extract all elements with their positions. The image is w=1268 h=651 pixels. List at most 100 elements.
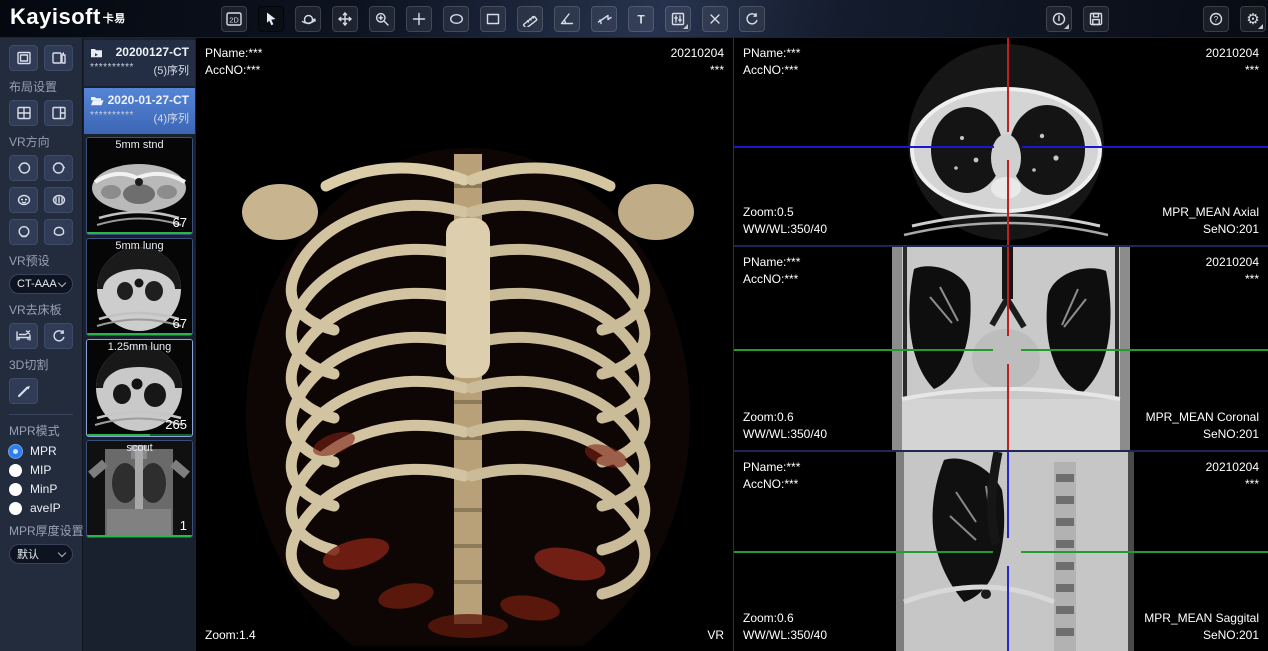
vr-dir-bottom-button[interactable]	[44, 219, 73, 245]
vr-study-overlay: 20210204 ***	[671, 45, 724, 79]
folder-open-icon	[90, 95, 104, 106]
radio-minp[interactable]: MinP	[9, 482, 73, 496]
thumbnail-count: 1	[180, 518, 187, 533]
angle-icon	[559, 11, 575, 27]
series-panel: 20200127-CT ********** (5)序列 2020-01-27-…	[83, 38, 196, 651]
svg-text:2D: 2D	[229, 16, 239, 25]
app-logo: Kayisoft卡易	[10, 4, 126, 30]
head-top-icon	[16, 224, 32, 240]
save-icon	[1088, 11, 1104, 27]
study-patient: **********	[90, 110, 134, 126]
vr-preset-value: CT-AAA	[17, 278, 57, 290]
study-date-text: 20210204	[1206, 45, 1259, 62]
radio-aveip[interactable]: aveIP	[9, 501, 73, 515]
grid-2x2-icon	[16, 105, 32, 121]
radio-mpr[interactable]: MPR	[9, 444, 73, 458]
mpr-coronal-viewport[interactable]: PName:*** AccNO:*** 20210204 *** Zoom:0.…	[734, 245, 1268, 450]
sagittal-study-overlay: 20210204 ***	[1206, 459, 1259, 493]
length-ruler-icon	[522, 11, 538, 27]
mpr-thickness-select[interactable]: 默认	[9, 544, 73, 564]
length-button[interactable]	[517, 6, 543, 32]
bed-remove-icon	[15, 328, 32, 344]
layout-default-button[interactable]	[9, 45, 38, 71]
layout-grid-2x2-button[interactable]	[9, 100, 38, 126]
vr-reset-button[interactable]	[44, 323, 73, 349]
wwwl-text: WW/WL:350/40	[743, 426, 827, 443]
radio-icon	[9, 464, 22, 477]
text-button[interactable]: T	[628, 6, 654, 32]
layout-settings-label: 布局设置	[9, 78, 73, 95]
cursor-button[interactable]	[258, 6, 284, 32]
pan-button[interactable]	[332, 6, 358, 32]
sagittal-series-overlay: MPR_MEAN Saggital SeNO:201	[1144, 610, 1259, 644]
right-tool-group	[1046, 6, 1120, 32]
sidebar-divider	[9, 414, 73, 415]
crosshair-button[interactable]	[406, 6, 432, 32]
reset-icon	[744, 11, 760, 27]
mpr-2d-icon: 2D	[225, 10, 243, 28]
study-item[interactable]: 20200127-CT ********** (5)序列	[84, 40, 195, 86]
angle-button[interactable]	[554, 6, 580, 32]
reset-button[interactable]	[739, 6, 765, 32]
layout-swap-button[interactable]	[44, 45, 73, 71]
help-button[interactable]: ?	[1203, 6, 1229, 32]
series-thumbnail-1-25mm-lung[interactable]: 1.25mm lung 265	[86, 339, 193, 437]
cobb-angle-button[interactable]	[591, 6, 617, 32]
coronal-study-overlay: 20210204 ***	[1206, 254, 1259, 288]
rotate-3d-icon	[300, 11, 317, 28]
vr-dir-top-button[interactable]	[9, 219, 38, 245]
svg-text:T: T	[637, 13, 645, 27]
axial-zoom-overlay: Zoom:0.5 WW/WL:350/40	[743, 204, 827, 238]
vr-dir-back-button[interactable]	[44, 187, 73, 213]
zoom-in-button[interactable]	[369, 6, 395, 32]
zoom-in-icon	[374, 11, 390, 27]
study-series-count: (4)序列	[154, 110, 189, 126]
vr-dir-front-button[interactable]	[9, 187, 38, 213]
cut-3d-button[interactable]	[9, 378, 38, 404]
vr-dir-right-button[interactable]	[44, 155, 73, 181]
mpr-mode-label: MPR模式	[9, 422, 73, 439]
text-icon: T	[633, 11, 649, 27]
study-patient: **********	[90, 62, 134, 78]
rectangle-button[interactable]	[480, 6, 506, 32]
layout-right-panel-button[interactable]	[44, 100, 73, 126]
zoom-text: Zoom:0.5	[743, 204, 827, 221]
pname-text: PName:***	[205, 45, 262, 62]
mpr-axial-viewport[interactable]: PName:*** AccNO:*** 20210204 *** Zoom:0.…	[734, 38, 1268, 245]
vr-preset-select[interactable]: CT-AAA	[9, 274, 73, 294]
delete-button[interactable]	[702, 6, 728, 32]
vr-dir-left-button[interactable]	[9, 155, 38, 181]
vr-viewport[interactable]: PName:*** AccNO:*** 20210204 *** Zoom:1.…	[196, 38, 733, 651]
axial-series-overlay: MPR_MEAN Axial SeNO:201	[1162, 204, 1259, 238]
accno-text: AccNO:***	[743, 476, 800, 493]
series-thumbnail-scout[interactable]: scout 1	[86, 440, 193, 538]
coronal-patient-overlay: PName:*** AccNO:***	[743, 254, 800, 288]
pname-text: PName:***	[743, 459, 800, 476]
bed-remove-button[interactable]	[9, 323, 38, 349]
layout-swap-icon	[51, 50, 67, 66]
series-thumbnail-5mm-stnd[interactable]: 5mm stnd 67	[86, 137, 193, 235]
window-level-button[interactable]	[665, 6, 691, 32]
settings-button[interactable]: ⚙	[1240, 6, 1266, 32]
info-button[interactable]	[1046, 6, 1072, 32]
vr-direction-label: VR方向	[9, 133, 73, 150]
study-item-selected[interactable]: 2020-01-27-CT ********** (4)序列	[84, 88, 195, 134]
thumbnail-count: 67	[173, 316, 187, 331]
mpr-label-text: MPR_MEAN Saggital	[1144, 610, 1259, 627]
series-thumbnail-5mm-lung[interactable]: 5mm lung 67	[86, 238, 193, 336]
ellipse-button[interactable]	[443, 6, 469, 32]
thumbnail-label: 5mm stnd	[87, 139, 192, 151]
left-sidebar: 布局设置 VR方向	[0, 38, 83, 651]
mpr-2d-button[interactable]: 2D	[221, 6, 247, 32]
mpr-sagittal-viewport[interactable]: PName:*** AccNO:*** 20210204 *** Zoom:0.…	[734, 450, 1268, 651]
thumbnail-progress-bar	[87, 535, 192, 537]
mpr-label-text: MPR_MEAN Axial	[1162, 204, 1259, 221]
save-button[interactable]	[1083, 6, 1109, 32]
mpr-thickness-label: MPR厚度设置	[9, 522, 73, 539]
wwwl-text: WW/WL:350/40	[743, 221, 827, 238]
radio-mip[interactable]: MIP	[9, 463, 73, 477]
rotate-3d-button[interactable]	[295, 6, 321, 32]
accno-text: AccNO:***	[743, 271, 800, 288]
chevron-down-icon	[58, 548, 66, 556]
reset-icon	[51, 328, 67, 344]
